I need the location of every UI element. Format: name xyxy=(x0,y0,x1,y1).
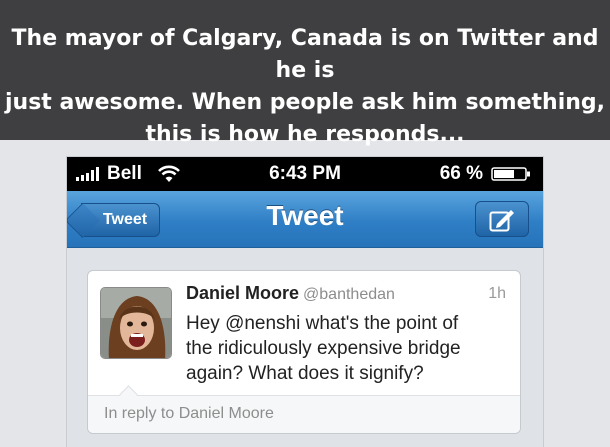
reply-footer[interactable]: In reply to Daniel Moore xyxy=(88,396,520,433)
caption-line: The mayor of Calgary, Canada is on Twitt… xyxy=(11,26,599,83)
caption-banner: The mayor of Calgary, Canada is on Twitt… xyxy=(0,0,610,147)
compose-icon xyxy=(489,210,514,232)
back-button-label: Tweet xyxy=(102,211,148,228)
caption-line: just awesome. When people ask him someth… xyxy=(4,90,605,115)
compose-button[interactable] xyxy=(475,201,529,237)
phone-screen: Bell 6:43 PM 66 % Tweet Tweet Daniel Moo… xyxy=(67,157,543,447)
divider xyxy=(88,395,520,396)
author-name[interactable]: Daniel Moore xyxy=(186,283,299,303)
battery-icon xyxy=(491,167,530,181)
navigation-bar: Tweet Tweet xyxy=(67,191,543,248)
caption-line: this is how he responds... xyxy=(145,122,465,147)
tweet-text-line: the ridiculously expensive bridge xyxy=(186,338,461,359)
avatar[interactable] xyxy=(100,287,172,359)
tweet-text: Hey @nenshi what's the point of the ridi… xyxy=(186,311,506,386)
tweet-header: Daniel Moore @banthedan xyxy=(186,283,395,304)
author-handle[interactable]: @banthedan xyxy=(303,286,395,303)
battery-percent: 66 % xyxy=(439,163,483,184)
in-reply-to-label[interactable]: In reply to Daniel Moore xyxy=(104,405,274,423)
tweet-text-line: Hey @nenshi what's the point of xyxy=(186,313,459,334)
tweet-text-line: again? What does it signify? xyxy=(186,363,424,384)
tweet-card[interactable]: Daniel Moore @banthedan 1h Hey @nenshi wh… xyxy=(87,270,521,434)
tweet-time: 1h xyxy=(488,285,506,302)
avatar-photo xyxy=(101,288,171,358)
status-bar: Bell 6:43 PM 66 % xyxy=(67,157,543,191)
